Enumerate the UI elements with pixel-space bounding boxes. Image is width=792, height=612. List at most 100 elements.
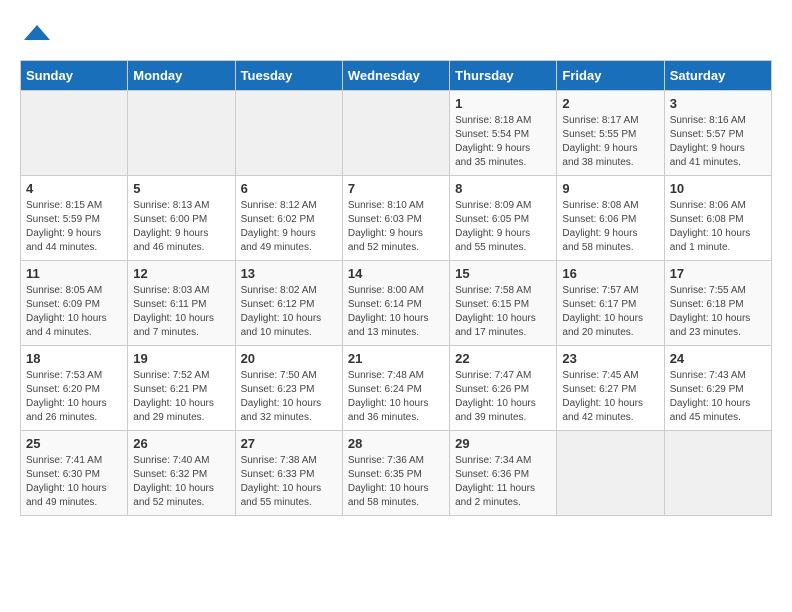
day-info: Sunrise: 7:40 AM Sunset: 6:32 PM Dayligh… [133,454,229,510]
day-number: 18 [26,351,122,366]
calendar-day-cell: 27 Sunrise: 7:38 AM Sunset: 6:33 PM Dayli… [235,431,342,516]
calendar-body: 1 Sunrise: 8:18 AM Sunset: 5:54 PM Daylig… [21,91,772,516]
day-of-week-header: Wednesday [342,61,449,91]
calendar-day-cell: 21 Sunrise: 7:48 AM Sunset: 6:24 PM Dayli… [342,346,449,431]
day-number: 22 [455,351,551,366]
day-number: 15 [455,266,551,281]
calendar-day-cell: 25 Sunrise: 7:41 AM Sunset: 6:30 PM Dayli… [21,431,128,516]
calendar-day-cell: 14 Sunrise: 8:00 AM Sunset: 6:14 PM Dayli… [342,261,449,346]
calendar-day-cell [664,431,771,516]
day-number: 28 [348,436,444,451]
day-number: 21 [348,351,444,366]
day-info: Sunrise: 8:02 AM Sunset: 6:12 PM Dayligh… [241,284,337,340]
calendar-day-cell [557,431,664,516]
day-number: 23 [562,351,658,366]
day-of-week-header: Friday [557,61,664,91]
day-number: 9 [562,181,658,196]
day-info: Sunrise: 8:16 AM Sunset: 5:57 PM Dayligh… [670,114,766,170]
day-info: Sunrise: 8:03 AM Sunset: 6:11 PM Dayligh… [133,284,229,340]
calendar-day-cell: 17 Sunrise: 7:55 AM Sunset: 6:18 PM Dayli… [664,261,771,346]
day-info: Sunrise: 8:15 AM Sunset: 5:59 PM Dayligh… [26,199,122,255]
calendar-day-cell [342,91,449,176]
calendar-day-cell: 9 Sunrise: 8:08 AM Sunset: 6:06 PM Daylig… [557,176,664,261]
day-number: 17 [670,266,766,281]
day-info: Sunrise: 7:43 AM Sunset: 6:29 PM Dayligh… [670,369,766,425]
calendar-week-row: 25 Sunrise: 7:41 AM Sunset: 6:30 PM Dayli… [21,431,772,516]
calendar-day-cell: 16 Sunrise: 7:57 AM Sunset: 6:17 PM Dayli… [557,261,664,346]
day-number: 20 [241,351,337,366]
calendar-day-cell: 26Sunrise: 7:40 AM Sunset: 6:32 PM Dayli… [128,431,235,516]
day-info: Sunrise: 8:17 AM Sunset: 5:55 PM Dayligh… [562,114,658,170]
calendar-day-cell [21,91,128,176]
day-info: Sunrise: 7:53 AM Sunset: 6:20 PM Dayligh… [26,369,122,425]
calendar-day-cell: 12 Sunrise: 8:03 AM Sunset: 6:11 PM Dayli… [128,261,235,346]
days-of-week-row: SundayMondayTuesdayWednesdayThursdayFrid… [21,61,772,91]
day-number: 29 [455,436,551,451]
calendar-week-row: 1 Sunrise: 8:18 AM Sunset: 5:54 PM Daylig… [21,91,772,176]
day-number: 12 [133,266,229,281]
day-info: Sunrise: 7:55 AM Sunset: 6:18 PM Dayligh… [670,284,766,340]
logo [20,20,52,50]
day-info: Sunrise: 7:57 AM Sunset: 6:17 PM Dayligh… [562,284,658,340]
calendar-day-cell: 18 Sunrise: 7:53 AM Sunset: 6:20 PM Dayli… [21,346,128,431]
calendar-table: SundayMondayTuesdayWednesdayThursdayFrid… [20,60,772,516]
day-of-week-header: Monday [128,61,235,91]
day-number: 7 [348,181,444,196]
calendar-week-row: 11 Sunrise: 8:05 AM Sunset: 6:09 PM Dayli… [21,261,772,346]
calendar-day-cell: 24Sunrise: 7:43 AM Sunset: 6:29 PM Dayli… [664,346,771,431]
day-info: Sunrise: 7:58 AM Sunset: 6:15 PM Dayligh… [455,284,551,340]
calendar-day-cell: 15 Sunrise: 7:58 AM Sunset: 6:15 PM Dayli… [450,261,557,346]
calendar-day-cell: 19Sunrise: 7:52 AM Sunset: 6:21 PM Dayli… [128,346,235,431]
calendar-day-cell: 13Sunrise: 8:02 AM Sunset: 6:12 PM Dayli… [235,261,342,346]
day-number: 8 [455,181,551,196]
day-number: 27 [241,436,337,451]
day-info: Sunrise: 7:47 AM Sunset: 6:26 PM Dayligh… [455,369,551,425]
calendar-day-cell [128,91,235,176]
calendar-day-cell: 1 Sunrise: 8:18 AM Sunset: 5:54 PM Daylig… [450,91,557,176]
day-number: 2 [562,96,658,111]
day-of-week-header: Sunday [21,61,128,91]
day-info: Sunrise: 7:45 AM Sunset: 6:27 PM Dayligh… [562,369,658,425]
calendar-day-cell: 5Sunrise: 8:13 AM Sunset: 6:00 PM Daylig… [128,176,235,261]
day-number: 16 [562,266,658,281]
day-number: 14 [348,266,444,281]
calendar-week-row: 4Sunrise: 8:15 AM Sunset: 5:59 PM Daylig… [21,176,772,261]
day-info: Sunrise: 8:05 AM Sunset: 6:09 PM Dayligh… [26,284,122,340]
day-info: Sunrise: 7:50 AM Sunset: 6:23 PM Dayligh… [241,369,337,425]
calendar-day-cell: 11 Sunrise: 8:05 AM Sunset: 6:09 PM Dayli… [21,261,128,346]
day-number: 1 [455,96,551,111]
day-info: Sunrise: 8:00 AM Sunset: 6:14 PM Dayligh… [348,284,444,340]
calendar-day-cell: 23 Sunrise: 7:45 AM Sunset: 6:27 PM Dayli… [557,346,664,431]
calendar-day-cell: 3Sunrise: 8:16 AM Sunset: 5:57 PM Daylig… [664,91,771,176]
day-of-week-header: Saturday [664,61,771,91]
day-info: Sunrise: 7:38 AM Sunset: 6:33 PM Dayligh… [241,454,337,510]
day-number: 19 [133,351,229,366]
day-info: Sunrise: 8:18 AM Sunset: 5:54 PM Dayligh… [455,114,551,170]
day-info: Sunrise: 7:41 AM Sunset: 6:30 PM Dayligh… [26,454,122,510]
day-info: Sunrise: 8:08 AM Sunset: 6:06 PM Dayligh… [562,199,658,255]
day-number: 25 [26,436,122,451]
day-number: 6 [241,181,337,196]
calendar-day-cell: 6 Sunrise: 8:12 AM Sunset: 6:02 PM Daylig… [235,176,342,261]
day-number: 11 [26,266,122,281]
calendar-week-row: 18 Sunrise: 7:53 AM Sunset: 6:20 PM Dayli… [21,346,772,431]
calendar-day-cell: 22 Sunrise: 7:47 AM Sunset: 6:26 PM Dayli… [450,346,557,431]
calendar-header: SundayMondayTuesdayWednesdayThursdayFrid… [21,61,772,91]
calendar-day-cell: 10Sunrise: 8:06 AM Sunset: 6:08 PM Dayli… [664,176,771,261]
day-info: Sunrise: 8:09 AM Sunset: 6:05 PM Dayligh… [455,199,551,255]
day-number: 5 [133,181,229,196]
calendar-day-cell: 28Sunrise: 7:36 AM Sunset: 6:35 PM Dayli… [342,431,449,516]
calendar-day-cell: 20 Sunrise: 7:50 AM Sunset: 6:23 PM Dayli… [235,346,342,431]
day-info: Sunrise: 8:12 AM Sunset: 6:02 PM Dayligh… [241,199,337,255]
calendar-day-cell: 8 Sunrise: 8:09 AM Sunset: 6:05 PM Daylig… [450,176,557,261]
day-number: 10 [670,181,766,196]
day-info: Sunrise: 7:34 AM Sunset: 6:36 PM Dayligh… [455,454,551,510]
calendar-day-cell [235,91,342,176]
calendar-day-cell: 2 Sunrise: 8:17 AM Sunset: 5:55 PM Daylig… [557,91,664,176]
day-of-week-header: Thursday [450,61,557,91]
calendar-day-cell: 7Sunrise: 8:10 AM Sunset: 6:03 PM Daylig… [342,176,449,261]
calendar-day-cell: 4Sunrise: 8:15 AM Sunset: 5:59 PM Daylig… [21,176,128,261]
day-info: Sunrise: 7:48 AM Sunset: 6:24 PM Dayligh… [348,369,444,425]
logo-icon [22,20,52,50]
day-of-week-header: Tuesday [235,61,342,91]
